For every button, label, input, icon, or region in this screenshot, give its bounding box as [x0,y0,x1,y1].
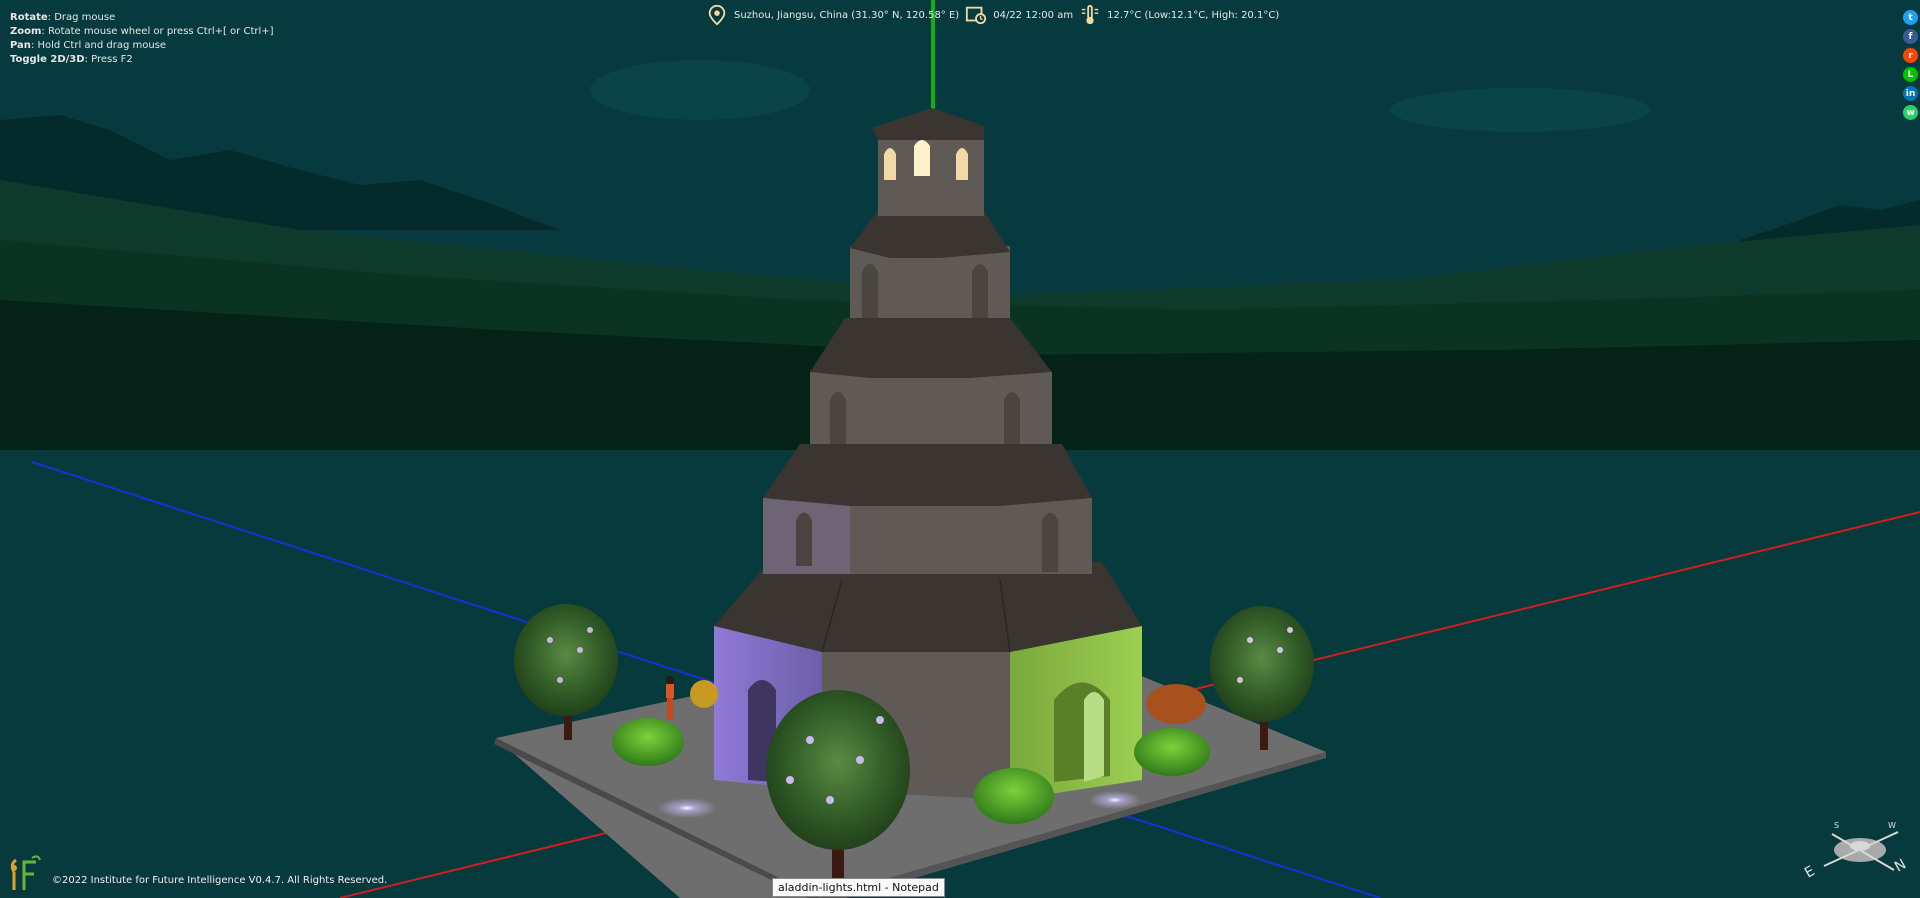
taskbar-tooltip: aladdin-lights.html - Notepad [772,878,945,897]
status-bar: Suzhou, Jiangsu, China (31.30° N, 120.58… [706,4,1285,26]
bush [612,718,684,766]
compass-west: W [1888,821,1896,830]
line-icon: L [1907,69,1914,80]
ifi-logo-icon[interactable] [8,854,42,892]
cloud [1390,88,1650,132]
linkedin-share-button[interactable]: in [1903,86,1918,101]
roof-tier-1 [714,562,1142,652]
bush [974,768,1054,824]
arch-window [830,392,846,444]
compass-widget[interactable]: N E W S [1794,814,1914,884]
arch-window [796,512,812,566]
arch-window [972,264,988,318]
datetime-segment[interactable]: 04/22 12:00 am [965,4,1073,26]
help-zoom: Zoom: Rotate mouse wheel or press Ctrl+[… [10,26,274,37]
line-share-button[interactable]: L [1903,67,1918,82]
arch-window [862,264,878,318]
ground-light-green [1089,791,1141,809]
footer: ©2022 Institute for Future Intelligence … [8,854,387,892]
facebook-icon: f [1908,31,1913,42]
weather-segment[interactable]: 12.7°C (Low:12.1°C, High: 20.1°C) [1079,4,1279,26]
reddit-icon: r [1908,50,1913,61]
3d-scene-canvas[interactable] [0,0,1920,898]
weather-text: 12.7°C (Low:12.1°C, High: 20.1°C) [1107,9,1280,21]
roof-tier-2 [763,444,1092,506]
compass-north: N [1892,856,1909,875]
arch-window [1042,512,1058,572]
lit-window [914,140,930,176]
cloud [590,60,810,120]
twitter-share-button[interactable]: t [1903,10,1918,25]
facebook-share-button[interactable]: f [1903,29,1918,44]
whatsapp-icon: w [1906,107,1915,118]
map-pin-icon [708,4,726,26]
arch-door-green-inner [1084,692,1104,782]
bush [1134,728,1210,776]
copyright-text: ©2022 Institute for Future Intelligence … [52,875,388,886]
arch-window [1004,392,1020,444]
whatsapp-share-button[interactable]: w [1903,105,1918,120]
location-text: Suzhou, Jiangsu, China (31.30° N, 120.58… [734,9,960,21]
help-rotate: Rotate: Drag mouse [10,12,116,23]
bush-yellow [690,680,718,708]
help-panel: Rotate: Drag mouse Zoom: Rotate mouse wh… [10,11,274,67]
ground-light-purple [657,798,717,818]
share-buttons: t f r L in w [1903,10,1918,120]
help-pan: Pan: Hold Ctrl and drag mouse [10,40,167,51]
human-figure [666,676,674,720]
twitter-icon: t [1908,12,1913,23]
compass-east: E [1802,863,1818,881]
compass-south: S [1834,821,1839,830]
lit-window [884,148,896,180]
datetime-text: 04/22 12:00 am [993,9,1074,21]
thermometer-icon [1081,4,1099,25]
calendar-clock-icon [966,6,987,25]
lit-window [956,148,968,180]
bush-orange [1146,684,1206,724]
location-segment[interactable]: Suzhou, Jiangsu, China (31.30° N, 120.58… [706,4,959,26]
linkedin-icon: in [1905,88,1916,99]
roof-tier-3 [810,318,1052,378]
reddit-share-button[interactable]: r [1903,48,1918,63]
help-toggle: Toggle 2D/3D: Press F2 [10,54,133,65]
